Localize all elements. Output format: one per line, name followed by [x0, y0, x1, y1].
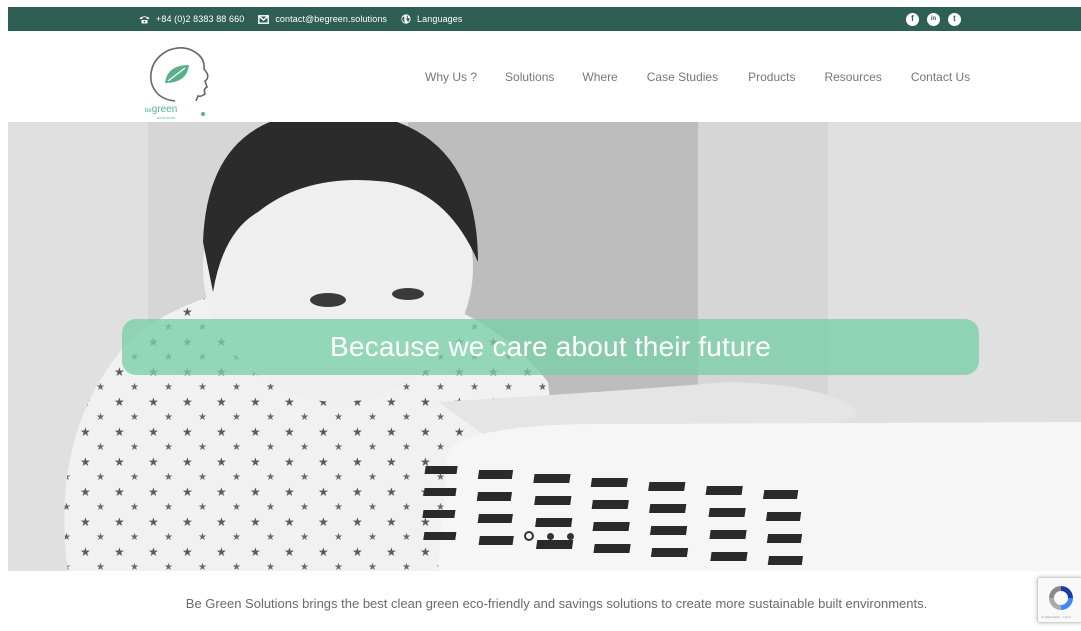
nav-solutions[interactable]: Solutions: [505, 70, 554, 84]
languages-label: Languages: [417, 14, 463, 24]
top-bar: +84 (0)2 8383 88 660 contact@begreen.sol…: [8, 7, 1081, 31]
slider-dot-2[interactable]: [547, 532, 554, 540]
twitter-glyph: t: [953, 14, 956, 23]
site-header: begreen solutions Why Us ? Solutions Whe…: [8, 31, 1081, 122]
facebook-glyph: f: [911, 14, 914, 23]
linkedin-glyph: in: [930, 16, 937, 22]
slider-dots: [524, 531, 587, 541]
logo-be: be: [145, 108, 152, 114]
envelope-icon: [258, 14, 270, 24]
twitter-icon[interactable]: t: [948, 12, 961, 26]
phone-number: +84 (0)2 8383 88 660: [156, 14, 245, 24]
hero-slider[interactable]: ★ ★: [8, 122, 1081, 571]
phone-link[interactable]: +84 (0)2 8383 88 660: [139, 14, 244, 24]
slider-dot-3[interactable]: [567, 532, 574, 540]
main-nav: Why Us ? Solutions Where Case Studies Pr…: [425, 31, 970, 122]
intro-tagline-text: Be Green Solutions brings the best clean…: [185, 596, 928, 611]
nav-case-studies[interactable]: Case Studies: [647, 70, 718, 84]
globe-icon: [401, 14, 411, 24]
hero-headline: Because we care about their future: [329, 331, 772, 362]
contact-info: +84 (0)2 8383 88 660 contact@begreen.sol…: [139, 7, 477, 31]
email-link[interactable]: contact@begreen.solutions: [258, 14, 387, 24]
nav-contact-us[interactable]: Contact Us: [911, 70, 970, 84]
recaptcha-badge[interactable]: Confidentialité - Condi: [1037, 577, 1081, 623]
logo-wordmark: begreen: [145, 104, 177, 115]
nav-resources[interactable]: Resources: [824, 70, 881, 84]
facebook-icon[interactable]: f: [906, 12, 919, 26]
languages-menu[interactable]: Languages: [401, 14, 462, 24]
linkedin-icon[interactable]: in: [927, 12, 940, 26]
recaptcha-icon: [1049, 586, 1073, 610]
slider-dot-1[interactable]: [524, 531, 534, 541]
intro-tagline: Be Green Solutions brings the best clean…: [8, 596, 1081, 611]
nav-why-us[interactable]: Why Us ?: [425, 70, 477, 84]
email-address: contact@begreen.solutions: [275, 14, 388, 24]
phone-icon: [139, 15, 150, 23]
hero-banner: Because we care about their future: [122, 319, 979, 375]
social-links: f in t: [906, 7, 969, 31]
logo-subtitle: solutions: [157, 115, 176, 120]
nav-products[interactable]: Products: [748, 70, 795, 84]
nav-where[interactable]: Where: [582, 70, 617, 84]
logo-green: green: [151, 104, 178, 115]
recaptcha-privacy-text[interactable]: Confidentialité - Condi: [1041, 615, 1071, 619]
